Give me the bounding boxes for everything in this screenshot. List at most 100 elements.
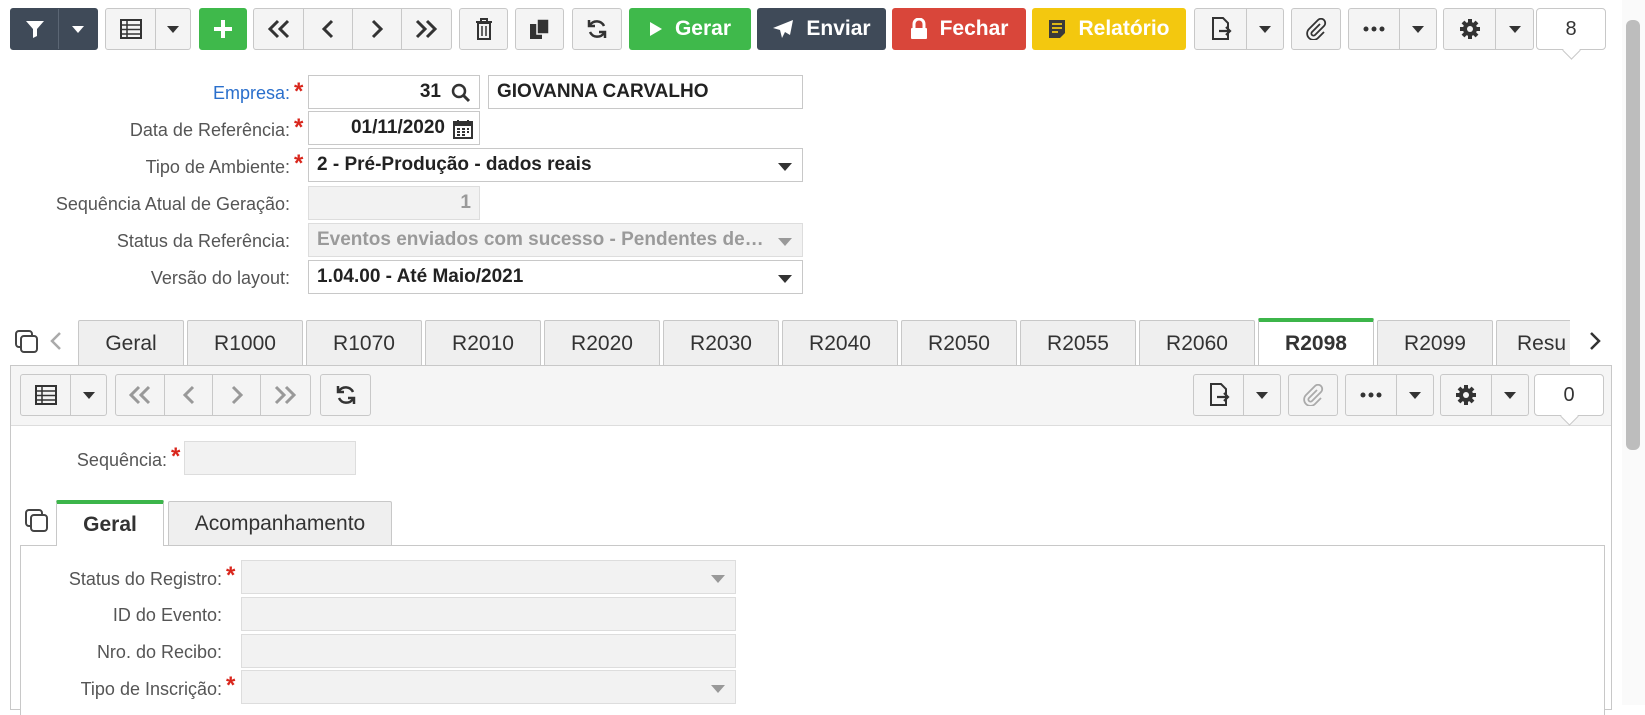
detail-settings-split-button[interactable] [1440, 374, 1529, 416]
gear-icon[interactable] [1441, 375, 1491, 415]
settings-dropdown[interactable] [1495, 9, 1533, 49]
detail-export-dropdown[interactable] [1243, 375, 1280, 415]
tipo-inscricao-select[interactable] [241, 670, 736, 704]
chevron-left-icon [182, 385, 194, 405]
refresh-button[interactable] [572, 8, 622, 50]
last-record-button[interactable] [260, 375, 309, 415]
grid-icon[interactable] [106, 9, 155, 49]
refresh-icon [336, 386, 355, 404]
tab-r2060[interactable]: R2060 [1139, 320, 1255, 366]
double-chevron-left-icon [128, 385, 151, 405]
add-button[interactable] [199, 8, 247, 50]
chevron-right-icon [371, 19, 384, 39]
attachment-button[interactable] [1291, 8, 1341, 50]
tabs-scroll-right-icon[interactable] [1589, 332, 1601, 350]
more-icon[interactable] [1346, 375, 1396, 415]
first-record-button[interactable] [116, 375, 164, 415]
copy-icon [529, 18, 550, 39]
id-evento-label: ID do Evento: [112, 605, 222, 625]
trash-icon [475, 18, 492, 40]
filter-split-button[interactable] [10, 8, 98, 50]
more-icon[interactable] [1349, 9, 1399, 49]
chevron-left-icon [321, 19, 334, 39]
empresa-label[interactable]: Empresa: [0, 83, 290, 104]
detail-more-split-button[interactable] [1345, 374, 1434, 416]
detail-refresh-button[interactable] [320, 374, 371, 416]
export-split-button[interactable] [1194, 8, 1284, 50]
inner-tab-geral[interactable]: Geral [56, 500, 164, 546]
sequencia-required-marker: * [171, 443, 181, 470]
export-dropdown[interactable] [1246, 9, 1283, 49]
empresa-code-field[interactable]: 31 [308, 75, 480, 109]
tab-r2050[interactable]: R2050 [901, 320, 1017, 366]
detail-grid-split-button[interactable] [20, 374, 107, 416]
data-referencia-field[interactable]: 01/11/2020 [308, 111, 480, 145]
vertical-scrollbar[interactable] [1622, 0, 1645, 705]
record-counter-value: 8 [1565, 17, 1577, 40]
next-record-button[interactable] [352, 9, 401, 49]
paperclip-icon [1306, 18, 1327, 40]
versao-layout-select[interactable]: 1.04.00 - Até Maio/2021 [308, 260, 803, 294]
tab-label: R2099 [1404, 331, 1466, 355]
status-registro-select[interactable] [241, 560, 736, 594]
fechar-button[interactable]: Fechar [892, 8, 1026, 50]
sequencia-label: Sequência: [76, 450, 167, 470]
grid-dropdown[interactable] [155, 9, 190, 49]
filter-dropdown[interactable] [58, 9, 97, 49]
tab-label: R2010 [452, 331, 514, 355]
export-icon[interactable] [1194, 375, 1243, 415]
previous-record-button[interactable] [303, 9, 352, 49]
tab-label: R2040 [809, 331, 871, 355]
tab-label: R2020 [571, 331, 633, 355]
tab-geral[interactable]: Geral [78, 320, 184, 366]
inner-tab-acompanhamento[interactable]: Acompanhamento [168, 501, 392, 546]
double-chevron-right-icon [415, 19, 438, 39]
tab-r2040[interactable]: R2040 [782, 320, 898, 366]
gear-icon[interactable] [1444, 9, 1495, 49]
empresa-code-value: 31 [419, 81, 441, 102]
tab-r2030[interactable]: R2030 [663, 320, 779, 366]
tab-r1070[interactable]: R1070 [306, 320, 422, 366]
settings-split-button[interactable] [1443, 8, 1534, 50]
tabs-scroll-left-icon[interactable] [50, 332, 62, 350]
detail-grid-dropdown[interactable] [70, 375, 106, 415]
scrollbar-thumb[interactable] [1626, 20, 1640, 450]
search-icon[interactable] [451, 83, 471, 103]
detail-export-split-button[interactable] [1193, 374, 1281, 416]
more-split-button[interactable] [1348, 8, 1437, 50]
sequencia-field[interactable] [184, 441, 356, 475]
relatorio-button[interactable]: Relatório [1032, 8, 1186, 50]
collapse-inner-tabs-icon[interactable] [25, 509, 49, 533]
tab-r2010[interactable]: R2010 [425, 320, 541, 366]
previous-record-button[interactable] [164, 375, 212, 415]
detail-record-counter-value: 0 [1563, 383, 1575, 406]
first-record-button[interactable] [254, 9, 303, 49]
enviar-button[interactable]: Enviar [757, 8, 886, 50]
detail-settings-dropdown[interactable] [1491, 375, 1528, 415]
sequencia-geracao-value: 1 [460, 192, 471, 213]
last-record-button[interactable] [401, 9, 450, 49]
more-dropdown[interactable] [1399, 9, 1436, 49]
gerar-button[interactable]: Gerar [629, 8, 751, 50]
calendar-icon[interactable] [453, 119, 473, 139]
tipo-ambiente-select[interactable]: 2 - Pré-Produção - dados reais [308, 148, 803, 182]
tab-r1000[interactable]: R1000 [187, 320, 303, 366]
collapse-tabs-icon[interactable] [15, 330, 39, 354]
grid-view-split-button[interactable] [105, 8, 191, 50]
delete-button[interactable] [459, 8, 508, 50]
grid-icon[interactable] [21, 375, 70, 415]
tab-r2055[interactable]: R2055 [1020, 320, 1136, 366]
export-icon[interactable] [1195, 9, 1246, 49]
detail-more-dropdown[interactable] [1396, 375, 1433, 415]
next-record-button[interactable] [212, 375, 260, 415]
empresa-name-value: GIOVANNA CARVALHO [497, 81, 709, 102]
filter-icon[interactable] [11, 9, 58, 49]
status-registro-label: Status do Registro: [68, 569, 222, 589]
tab-r2098[interactable]: R2098 [1258, 318, 1374, 366]
tab-r2099[interactable]: R2099 [1377, 320, 1493, 366]
data-referencia-label: Data de Referência: [129, 120, 290, 140]
tab-r2020[interactable]: R2020 [544, 320, 660, 366]
detail-attachment-button[interactable] [1288, 374, 1338, 416]
copy-button[interactable] [515, 8, 564, 50]
tab-resumo[interactable]: Resu [1496, 320, 1570, 366]
